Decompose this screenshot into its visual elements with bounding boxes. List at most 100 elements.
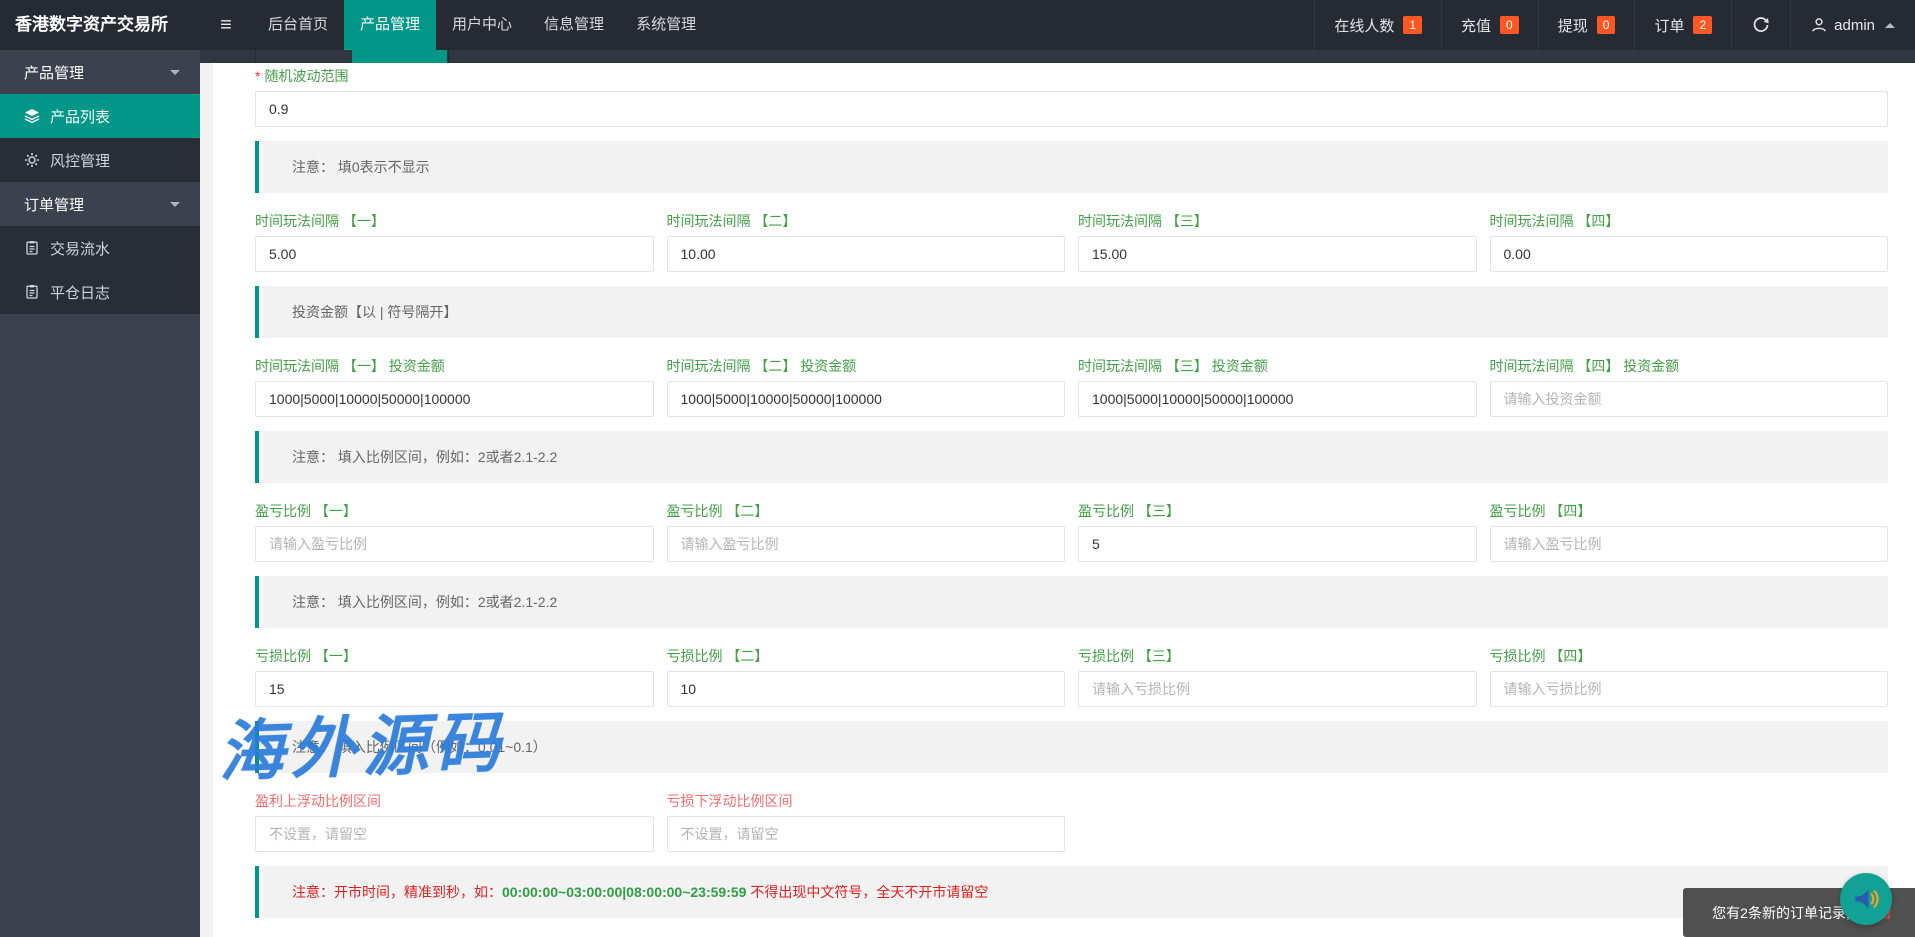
invest-4-input[interactable] xyxy=(1490,381,1889,417)
field-label: 时间玩法间隔 【四】 xyxy=(1490,213,1889,229)
profit-1-input[interactable] xyxy=(255,526,654,562)
field-label: *随机波动范围 xyxy=(255,68,1888,84)
field-label: 时间玩法间隔 【二】 xyxy=(667,213,1066,229)
field-label: 亏损比例 【四】 xyxy=(1490,648,1889,664)
sidebar-submenu-orders: 交易流水 平仓日志 xyxy=(0,226,200,314)
sidebar-item-label: 产品列表 xyxy=(50,106,110,127)
field-label: 时间玩法间隔 【三】 xyxy=(1078,213,1477,229)
toast-message: 您有2条新的订单记录, xyxy=(1712,903,1850,923)
sidebar-section-products[interactable]: 产品管理 xyxy=(0,50,200,94)
field-loss-float: 亏损下浮动比例区间 xyxy=(667,793,1066,852)
field-label: 盈亏比例 【二】 xyxy=(667,503,1066,519)
field-interval-4: 时间玩法间隔 【四】 xyxy=(1490,213,1889,272)
field-label: 时间玩法间隔 【二】 投资金额 xyxy=(667,358,1066,374)
announcement-float-button[interactable] xyxy=(1840,873,1892,925)
nav-item-users[interactable]: 用户中心 xyxy=(436,0,528,50)
interval-2-input[interactable] xyxy=(667,236,1066,272)
field-label: 时间玩法间隔 【一】 xyxy=(255,213,654,229)
note-bar: 注意： 填0表示不显示 xyxy=(255,141,1888,193)
row-profit-ratio: 盈亏比例 【一】 盈亏比例 【二】 盈亏比例 【三】 盈亏比例 【四】 xyxy=(255,503,1888,562)
field-label: 亏损下浮动比例区间 xyxy=(667,793,1066,809)
tab-separator xyxy=(255,50,256,63)
sidebar-item-trade-flow[interactable]: 交易流水 xyxy=(0,226,200,270)
nav-item-system[interactable]: 系统管理 xyxy=(620,0,712,50)
field-label: 亏损比例 【一】 xyxy=(255,648,654,664)
sidebar-item-label: 风控管理 xyxy=(50,150,110,171)
nav-item-info[interactable]: 信息管理 xyxy=(528,0,620,50)
open-time-note-prefix: 注意：开市时间，精准到秒，如： xyxy=(292,884,502,900)
row-float-ranges: 盈利上浮动比例区间 亏损下浮动比例区间 xyxy=(255,793,1888,852)
sidebar-item-close-log[interactable]: 平仓日志 xyxy=(0,270,200,314)
loss-2-input[interactable] xyxy=(667,671,1066,707)
app-logo: 香港数字资产交易所 xyxy=(0,0,200,50)
refresh-button[interactable] xyxy=(1731,0,1790,50)
field-label: 盈亏比例 【一】 xyxy=(255,503,654,519)
tab-bar xyxy=(200,50,1915,63)
profit-2-input[interactable] xyxy=(667,526,1066,562)
invest-3-input[interactable] xyxy=(1078,381,1477,417)
chevron-up-icon xyxy=(1885,23,1895,28)
interval-4-input[interactable] xyxy=(1490,236,1889,272)
stat-label: 提现 xyxy=(1558,15,1588,36)
field-invest-3: 时间玩法间隔 【三】 投资金额 xyxy=(1078,358,1477,417)
interval-3-input[interactable] xyxy=(1078,236,1477,272)
loss-1-input[interactable] xyxy=(255,671,654,707)
sidebar-section-orders[interactable]: 订单管理 xyxy=(0,182,200,226)
username: admin xyxy=(1834,17,1875,34)
refresh-icon xyxy=(1752,16,1770,34)
nav-item-home[interactable]: 后台首页 xyxy=(252,0,344,50)
sidebar-item-risk-control[interactable]: 风控管理 xyxy=(0,138,200,182)
interval-1-input[interactable] xyxy=(255,236,654,272)
field-label: 盈亏比例 【三】 xyxy=(1078,503,1477,519)
sidebar-item-product-list[interactable]: 产品列表 xyxy=(0,94,200,138)
loss-4-input[interactable] xyxy=(1490,671,1889,707)
open-time-note-bar: 注意：开市时间，精准到秒，如：00:00:00~03:00:00|08:00:0… xyxy=(255,866,1888,918)
profit-float-input[interactable] xyxy=(255,816,654,852)
loss-3-input[interactable] xyxy=(1078,671,1477,707)
sidebar-section-label: 订单管理 xyxy=(24,194,84,215)
field-label: 时间玩法间隔 【一】 投资金额 xyxy=(255,358,654,374)
profit-3-input[interactable] xyxy=(1078,526,1477,562)
stat-label: 在线人数 xyxy=(1334,15,1394,36)
field-label: 时间玩法间隔 【三】 投资金额 xyxy=(1078,358,1477,374)
field-label: 时间玩法间隔 【四】 投资金额 xyxy=(1490,358,1889,374)
recharge-count-badge: 0 xyxy=(1500,16,1519,34)
person-icon xyxy=(1811,17,1827,33)
field-interval-2: 时间玩法间隔 【二】 xyxy=(667,213,1066,272)
stat-orders[interactable]: 订单 2 xyxy=(1634,0,1731,50)
invest-2-input[interactable] xyxy=(667,381,1066,417)
nav-item-products[interactable]: 产品管理 xyxy=(344,0,436,50)
field-label: 亏损比例 【二】 xyxy=(667,648,1066,664)
field-loss-2: 亏损比例 【二】 xyxy=(667,648,1066,707)
sidebar: 产品管理 产品列表 风控管理 订单管理 xyxy=(0,50,200,937)
field-loss-3: 亏损比例 【三】 xyxy=(1078,648,1477,707)
stat-recharge[interactable]: 充值 0 xyxy=(1441,0,1538,50)
stat-label: 充值 xyxy=(1461,15,1491,36)
required-asterisk: * xyxy=(255,68,260,84)
tab-separator xyxy=(448,50,449,63)
field-profit-1: 盈亏比例 【一】 xyxy=(255,503,654,562)
note-bar: 注意： 填入比例区间（例如：0.01~0.1） xyxy=(255,721,1888,773)
random-range-input[interactable] xyxy=(255,91,1888,127)
layers-icon xyxy=(24,108,40,124)
stat-online-users[interactable]: 在线人数 1 xyxy=(1314,0,1441,50)
invest-1-input[interactable] xyxy=(255,381,654,417)
field-label: 亏损比例 【三】 xyxy=(1078,648,1477,664)
field-interval-3: 时间玩法间隔 【三】 xyxy=(1078,213,1477,272)
top-navbar: 香港数字资产交易所 ≡ 后台首页 产品管理 用户中心 信息管理 系统管理 在线人… xyxy=(0,0,1915,50)
loss-float-input[interactable] xyxy=(667,816,1066,852)
row-loss-ratio: 亏损比例 【一】 亏损比例 【二】 亏损比例 【三】 亏损比例 【四】 xyxy=(255,648,1888,707)
note-bar: 投资金额【以 | 符号隔开】 xyxy=(255,286,1888,338)
row-time-intervals: 时间玩法间隔 【一】 时间玩法间隔 【二】 时间玩法间隔 【三】 时间玩法间隔 … xyxy=(255,213,1888,272)
gear-icon xyxy=(24,152,40,168)
field-profit-float: 盈利上浮动比例区间 xyxy=(255,793,654,852)
hamburger-menu-icon[interactable]: ≡ xyxy=(200,0,252,50)
field-loss-1: 亏损比例 【一】 xyxy=(255,648,654,707)
sidebar-item-label: 平仓日志 xyxy=(50,282,110,303)
user-menu[interactable]: admin xyxy=(1790,0,1915,50)
active-tab-indicator[interactable] xyxy=(352,50,447,63)
field-loss-4: 亏损比例 【四】 xyxy=(1490,648,1889,707)
stat-withdraw[interactable]: 提现 0 xyxy=(1538,0,1635,50)
note-bar: 注意： 填入比例区间，例如：2或者2.1-2.2 xyxy=(255,431,1888,483)
profit-4-input[interactable] xyxy=(1490,526,1889,562)
